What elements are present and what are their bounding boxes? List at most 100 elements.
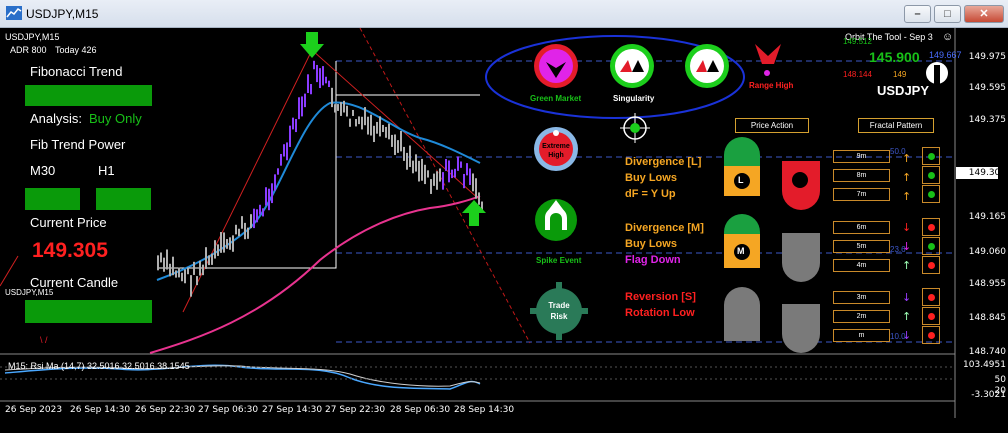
candle [163,257,165,272]
candle [403,146,405,161]
fib-level-3: 10.0 [890,332,906,341]
svg-text:↓: ↓ [902,221,911,234]
price-small: 149.667 [929,50,962,60]
status-dot-6 [922,256,940,274]
ind-tick-2: 50 [994,375,1006,385]
gray-signal [724,287,760,341]
candle [253,208,255,229]
candle [340,102,342,116]
green-market-label: Green Market [530,94,582,103]
chart-area[interactable]: ↑ ↑ ↑ ↓ ↓ ↑ ↓ ↑ ↓ USDJPY,M15 ADR 800 Today 426… [0,28,1008,433]
candle [208,255,210,266]
price-action-button[interactable]: Price Action [735,118,809,133]
candle [328,80,330,88]
candle [214,240,216,259]
time-tick-3: 26 Sep 22:30 [135,405,196,415]
extreme-high-label: Extreme High [542,143,570,159]
analysis-value: Buy Only [89,111,142,126]
candle [388,123,390,140]
price-big: 145.900 [869,49,920,65]
candle [316,64,318,83]
rev-s-line1: Rotation Low [625,307,695,319]
minimize-button[interactable]: – [904,5,931,23]
div-m-title: Divergence [M] [625,222,704,234]
close-button[interactable]: ✕ [964,5,1004,23]
tf-row-5: 5m [833,240,890,253]
corner-symbol: USDJPY,M15 [5,288,54,297]
candle [358,116,360,125]
candle [376,121,378,134]
rev-s-title: Reversion [S] [625,291,696,303]
candle [301,96,303,117]
terminal-window: USDJPY,M15 – □ ✕ ↑ ↑ ↑ ↓ ↓ ↑ ↓ ↑ ↓ USDJP… [0,0,1008,433]
candle [247,227,249,239]
indicator-label: M15: Rsi Ma (14,7) 32.5016 32.5016 38.15… [8,361,190,371]
candle [391,134,393,147]
candle [226,239,228,249]
tf-row-4: 6m [833,221,890,234]
candle [286,142,288,161]
candle [379,116,381,137]
price-tick-9: 148.740 [968,347,1006,357]
div-l-line2: dF = Y Up [625,188,676,200]
price-tick-6: 149.060 [968,247,1006,257]
price-tick-1: 149.975 [968,52,1006,62]
candle [175,270,177,278]
time-tick-1: 26 Sep 2023 [5,405,63,415]
candle [172,256,174,276]
status-dot-8 [922,307,940,325]
candle [418,160,420,182]
candle [256,209,258,223]
candle [262,208,264,217]
candle [472,173,474,192]
candle [193,261,195,275]
candle [268,188,270,211]
fractal-pattern-button[interactable]: Fractal Pattern [858,118,934,133]
h1-label: H1 [98,163,115,178]
candle [421,158,423,181]
ind-tick-4: -3.3021 [971,390,1006,400]
fib-trend-bar [25,85,152,106]
title-bar[interactable]: USDJPY,M15 – □ ✕ [0,0,1008,28]
price-tick-4: 149.305 [968,168,1006,178]
candle [229,237,231,250]
candle [412,160,414,174]
price-tick-7: 148.955 [968,279,1006,289]
candle [169,263,171,277]
candle [244,222,246,240]
candle [325,76,327,84]
candle [178,267,180,278]
today-label: Today 426 [55,45,97,55]
candle [478,192,480,205]
candle [343,100,345,113]
candle [475,178,477,199]
candle [415,154,417,172]
candle [355,119,357,127]
status-dot-5 [922,237,940,255]
adr-label: ADR 800 [10,45,47,55]
m30-label: M30 [30,163,56,178]
candle [463,173,465,189]
candle [331,87,333,108]
candle [310,84,312,95]
candle [205,247,207,269]
fib-level-1: 50.0 [890,147,906,156]
ind-tick-1: 103.4951 [963,360,1006,370]
candle [241,216,243,229]
maximize-button[interactable]: □ [934,5,961,23]
candle [409,145,411,167]
l-badge: L [738,175,744,185]
candle [217,244,219,256]
candle [334,104,336,113]
candle [298,97,300,120]
candle [337,104,339,111]
current-price-label: Current Price [30,215,107,230]
fib-trend-label: Fibonacci Trend [30,64,123,79]
candle [190,275,192,297]
smiley-icon[interactable]: ☺ [942,31,953,43]
candle [445,158,447,171]
fib-power-label: Fib Trend Power [30,137,126,152]
status-dot-2 [922,166,940,184]
left-bottom-value: 148.144 [843,70,872,79]
status-dot-1 [922,147,940,165]
